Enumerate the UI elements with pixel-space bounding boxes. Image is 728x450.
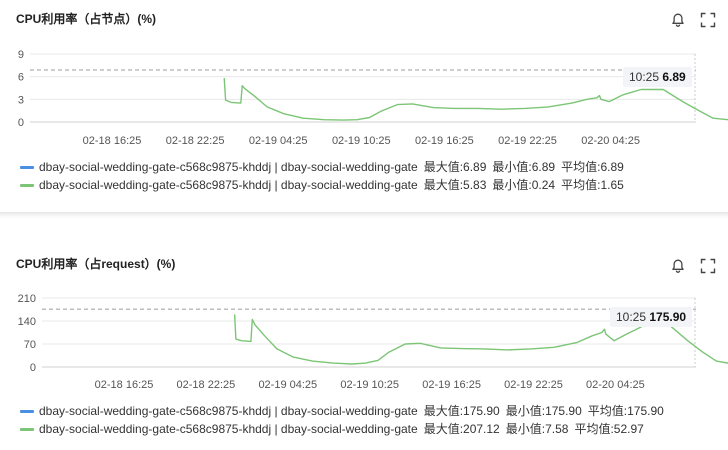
legend-max: 175.90 [463, 404, 500, 418]
legend-avg-label: 平均值: [574, 422, 614, 436]
x-tick-label: 02-19 04:25 [249, 135, 308, 147]
x-tick-label: 02-18 16:25 [83, 135, 142, 147]
legend-max: 5.83 [463, 178, 487, 192]
legend-max-label: 最大值: [423, 422, 464, 436]
y-tick-label: 6 [18, 72, 24, 84]
legend-avg-label: 平均值: [561, 178, 601, 192]
x-tick-label: 02-18 22:25 [166, 135, 225, 147]
tooltip-value: 175.90 [649, 310, 687, 324]
legend-series-name: dbay-social-wedding-gate-c568c9875-khddj… [39, 160, 418, 174]
legend-avg: 6.89 [600, 160, 624, 174]
legend-swatch [20, 409, 34, 413]
legend-avg: 1.65 [600, 178, 624, 192]
legend-max: 6.89 [463, 160, 487, 174]
x-tick-label: 02-18 16:25 [95, 379, 154, 391]
y-tick-label: 70 [24, 339, 36, 351]
x-tick-label: 02-18 22:25 [177, 379, 236, 391]
legend-series-name: dbay-social-wedding-gate-c568c9875-khddj… [39, 422, 418, 436]
y-tick-label: 0 [30, 362, 36, 374]
y-tick-label: 9 [18, 49, 24, 61]
legend-swatch [20, 427, 34, 431]
tooltip-time: 10:25 [616, 310, 647, 324]
x-tick-label: 02-19 16:25 [422, 379, 481, 391]
chart-legend: dbay-social-wedding-gate-c568c9875-khddj… [20, 402, 664, 438]
x-tick-label: 02-19 16:25 [415, 135, 474, 147]
line-chart: 0 3 6 9 02-18 16:25 02-18 22:25 02-19 04:25 02-… [18, 49, 728, 147]
y-tick-label: 140 [18, 316, 36, 328]
legend-series-name: dbay-social-wedding-gate-c568c9875-khddj… [39, 404, 418, 418]
legend-swatch [20, 183, 34, 187]
legend-avg-label: 平均值: [587, 404, 628, 418]
legend-item[interactable]: dbay-social-wedding-gate-c568c9875-khddj… [20, 176, 624, 194]
x-tick-label: 02-19 22:25 [504, 379, 563, 391]
legend-min: 6.89 [531, 160, 556, 174]
legend-min-label: 最小值: [505, 404, 546, 418]
legend-max-label: 最大值: [423, 160, 464, 174]
y-tick-label: 210 [18, 293, 36, 305]
y-tick-label: 0 [18, 117, 24, 129]
legend-max: 207.12 [463, 422, 500, 436]
legend-max-label: 最大值: [423, 404, 464, 418]
legend-swatch [20, 165, 34, 169]
hover-tooltip: 10:25 175.90 [610, 307, 693, 327]
legend-min-label: 最小值: [492, 178, 532, 192]
x-tick-label: 02-20 04:25 [586, 379, 645, 391]
x-tick-label: 02-20 04:25 [581, 135, 640, 147]
legend-avg: 52.97 [613, 422, 644, 436]
legend-item[interactable]: dbay-social-wedding-gate-c568c9875-khddj… [20, 158, 624, 176]
legend-item[interactable]: dbay-social-wedding-gate-c568c9875-khddj… [20, 420, 664, 438]
legend-min: 175.90 [545, 404, 582, 418]
tooltip-time: 10:25 [629, 70, 660, 84]
legend-item[interactable]: dbay-social-wedding-gate-c568c9875-khddj… [20, 402, 664, 420]
chart-panel-node-cpu: CPU利用率（占节点）(%) 0 3 6 9 02-18 16:25 02-18 22:2… [0, 0, 728, 212]
y-tick-label: 3 [18, 94, 24, 106]
chart-panel-request-cpu: CPU利用率（占request）(%) 0 70 140 210 02-18 16:25… [0, 232, 728, 450]
legend-min: 7.58 [545, 422, 569, 436]
x-tick-label: 02-19 10:25 [332, 135, 391, 147]
chart-legend: dbay-social-wedding-gate-c568c9875-khddj… [20, 158, 624, 194]
tooltip-value: 6.89 [662, 70, 686, 84]
x-tick-label: 02-19 10:25 [340, 379, 399, 391]
legend-avg-label: 平均值: [561, 160, 601, 174]
legend-series-name: dbay-social-wedding-gate-c568c9875-khddj… [39, 178, 418, 192]
legend-min-label: 最小值: [492, 160, 532, 174]
hover-tooltip: 10:25 6.89 [623, 67, 692, 87]
legend-avg: 175.90 [627, 404, 664, 418]
panel-divider [0, 212, 728, 233]
legend-min: 0.24 [531, 178, 556, 192]
x-tick-label: 02-19 22:25 [498, 135, 557, 147]
legend-min-label: 最小值: [505, 422, 546, 436]
x-tick-label: 02-19 04:25 [258, 379, 317, 391]
legend-max-label: 最大值: [423, 178, 464, 192]
